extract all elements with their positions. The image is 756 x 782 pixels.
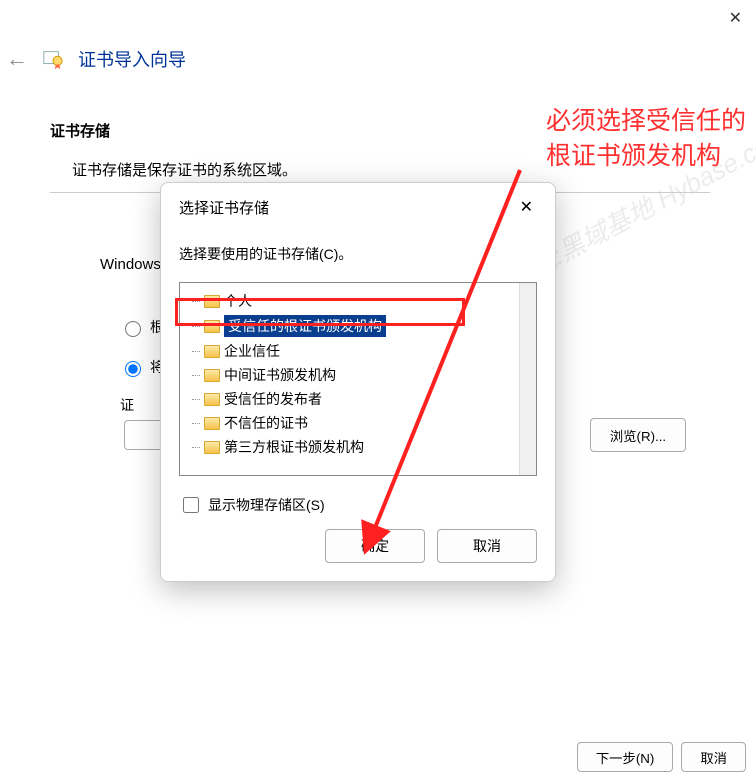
ok-button[interactable]: 确定 [325,529,425,563]
dialog-instruction: 选择要使用的证书存储(C)。 [179,244,537,264]
dialog-title: 选择证书存储 [161,183,555,226]
tree-item-label: 受信任的发布者 [224,389,322,409]
annotation-line1: 必须选择受信任的 [546,104,746,139]
tree-item-label: 中间证书颁发机构 [224,365,336,385]
tree-item-label: 不信任的证书 [224,413,308,433]
annotation: 必须选择受信任的 根证书颁发机构 [546,104,746,174]
wizard-bottom-buttons: 下一步(N) 取消 [577,742,746,772]
tree-item-intermediate-ca[interactable]: 中间证书颁发机构 [186,363,536,387]
browse-button[interactable]: 浏览(R)... [590,418,686,452]
show-physical-row[interactable]: 显示物理存储区(S) [179,494,537,516]
tree-item-trusted-publishers[interactable]: 受信任的发布者 [186,387,536,411]
radio-auto[interactable] [125,321,141,337]
folder-icon [204,369,220,382]
show-physical-label: 显示物理存储区(S) [208,495,325,515]
folder-icon [204,393,220,406]
tree: 个人 受信任的根证书颁发机构 企业信任 中间证书颁发机构 受信任的发布者 [180,283,536,459]
folder-icon [204,295,220,308]
tree-item-personal[interactable]: 个人 [186,289,536,313]
tree-box: 个人 受信任的根证书颁发机构 企业信任 中间证书颁发机构 受信任的发布者 [179,282,537,476]
dialog-cancel-button[interactable]: 取消 [437,529,537,563]
dialog-body: 选择要使用的证书存储(C)。 个人 受信任的根证书颁发机构 企业信任 中间证书颁… [161,226,555,516]
tree-item-enterprise-trust[interactable]: 企业信任 [186,339,536,363]
store-label: 证 [120,395,134,415]
radio-place[interactable] [125,361,141,377]
tree-item-label: 个人 [224,291,252,311]
certificate-icon [42,48,64,70]
dialog-close-icon[interactable]: ✕ [512,193,541,221]
folder-icon [204,320,220,333]
tree-item-third-party-root[interactable]: 第三方根证书颁发机构 [186,435,536,459]
store-input[interactable] [124,420,164,450]
tree-item-untrusted[interactable]: 不信任的证书 [186,411,536,435]
tree-item-trusted-root[interactable]: 受信任的根证书颁发机构 [186,313,536,339]
folder-icon [204,417,220,430]
tree-item-label: 企业信任 [224,341,280,361]
folder-icon [204,441,220,454]
wizard-title: 证书导入向导 [78,46,186,72]
wizard-header: ← 证书导入向导 [0,46,186,72]
wizard-cancel-button[interactable]: 取消 [681,742,746,772]
close-icon[interactable]: ✕ [729,8,742,28]
show-physical-checkbox[interactable] [183,497,199,513]
next-button[interactable]: 下一步(N) [577,742,674,772]
scrollbar[interactable] [519,283,536,475]
windows-label: Windows [100,256,161,273]
select-store-dialog: 选择证书存储 ✕ 选择要使用的证书存储(C)。 个人 受信任的根证书颁发机构 企… [160,182,556,582]
tree-item-label: 受信任的根证书颁发机构 [224,315,386,337]
tree-item-label: 第三方根证书颁发机构 [224,437,364,457]
back-arrow-icon[interactable]: ← [0,46,28,72]
annotation-line2: 根证书颁发机构 [546,139,746,174]
dialog-buttons: 确定 取消 [325,529,537,563]
folder-icon [204,345,220,358]
